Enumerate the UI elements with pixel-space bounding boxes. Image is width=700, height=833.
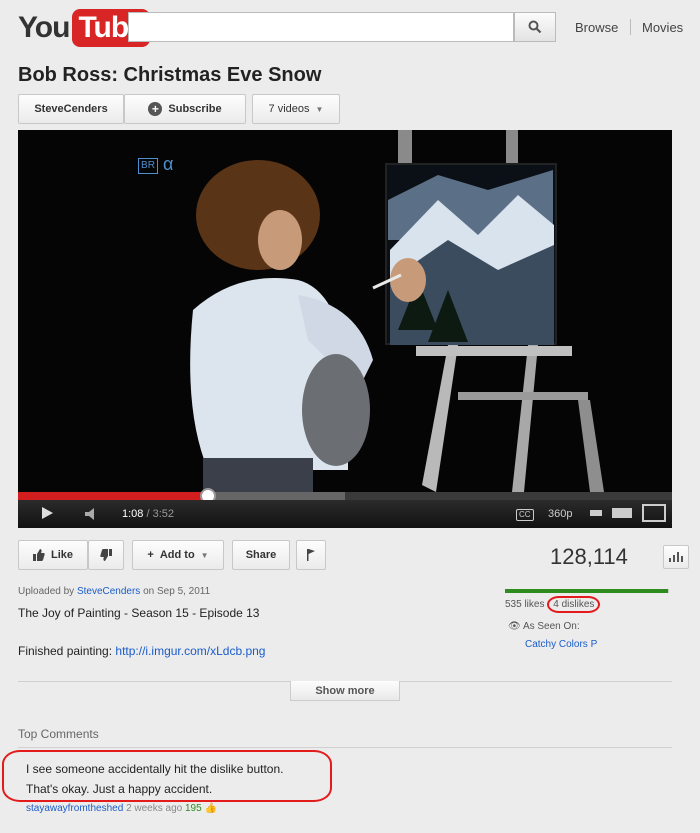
plus-icon: + [147, 549, 154, 561]
channel-name: SteveCenders [34, 103, 108, 115]
volume-button[interactable] [84, 507, 98, 525]
fullscreen-icon[interactable] [642, 504, 666, 522]
plus-icon: + [148, 102, 163, 116]
dislikes-count: 4 dislikes [547, 596, 601, 613]
view-count: 128,114 [550, 544, 628, 569]
finished-painting-link[interactable]: http://i.imgur.com/xLdcb.png [115, 644, 265, 658]
nav-movies[interactable]: Movies [642, 20, 683, 35]
finished-label: Finished painting: [18, 644, 113, 658]
logo-you-text: You [18, 11, 70, 44]
search-icon [528, 20, 542, 34]
time-duration: / 3:52 [146, 508, 175, 520]
add-to-label: Add to [159, 549, 195, 561]
progress-played [18, 492, 208, 500]
ratings-line: 535 likes 4 dislikes [505, 596, 601, 613]
as-seen-on: 👁 As Seen On: [508, 621, 580, 632]
as-seen-on-label: As Seen On: [522, 621, 580, 632]
uploader-link[interactable]: SteveCenders [77, 586, 140, 597]
comment-line-2: That's okay. Just a happy accident. [26, 782, 213, 796]
stats-button[interactable] [663, 545, 689, 569]
time-current: 1:08 [122, 508, 144, 520]
thumbs-up-icon [32, 549, 45, 561]
uploaded-prefix: Uploaded by [18, 586, 75, 597]
share-label: Share [245, 549, 277, 561]
top-comments-heading: Top Comments [18, 727, 99, 741]
channel-watermark: BR [138, 158, 158, 174]
like-label: Like [50, 549, 73, 561]
comments-divider [18, 747, 672, 748]
control-bar [18, 500, 672, 528]
time-display: 1:08 / 3:52 [122, 508, 174, 520]
show-more-row: Show more [18, 681, 672, 703]
comment-meta: stayawayfromtheshed 2 weeks ago 195 👍 [26, 803, 217, 814]
upload-info: Uploaded by SteveCenders on Sep 5, 2011 [18, 586, 210, 597]
play-icon [42, 507, 53, 519]
chevron-down-icon: ▼ [315, 104, 324, 114]
video-title: Bob Ross: Christmas Eve Snow [18, 64, 322, 86]
captions-button[interactable]: CC [516, 509, 534, 521]
thumbs-down-icon [100, 549, 112, 561]
alpha-logo-icon: α [163, 154, 174, 174]
videos-dropdown[interactable]: 7 videos ▼ [252, 94, 340, 124]
thumbs-up-icon[interactable]: 👍 [204, 803, 216, 814]
flag-button[interactable] [296, 540, 326, 570]
bar-chart-icon [669, 552, 683, 562]
videos-count: 7 videos [268, 103, 310, 115]
channel-button[interactable]: SteveCenders [18, 94, 124, 124]
search-button[interactable] [514, 12, 556, 42]
chevron-down-icon: ▼ [200, 550, 209, 560]
comment-line-1: I see someone accidentally hit the disli… [26, 762, 284, 776]
nav-divider [630, 19, 631, 35]
likes-bar [505, 589, 668, 593]
comment-age: 2 weeks ago [126, 803, 183, 814]
comment-votes: 195 [185, 803, 202, 814]
share-button[interactable]: Share [232, 540, 290, 570]
search-input[interactable] [128, 12, 514, 42]
nav-browse[interactable]: Browse [575, 20, 618, 35]
finished-painting-line: Finished painting: http://i.imgur.com/xL… [18, 644, 265, 658]
play-button[interactable] [40, 506, 54, 525]
eye-icon: 👁 [508, 621, 521, 632]
likes-count: 535 likes [505, 599, 545, 610]
dislikes-bar [668, 589, 669, 593]
video-player[interactable]: BR α 1:08 / 3:52 CC 360p [18, 130, 672, 528]
seen-on-site-link[interactable]: Catchy Colors P [525, 639, 597, 650]
video-frame [18, 130, 672, 492]
add-to-button[interactable]: + Add to ▼ [132, 540, 224, 570]
subscribe-label: Subscribe [168, 103, 222, 115]
show-more-button[interactable]: Show more [290, 681, 400, 701]
subscribe-button[interactable]: + Subscribe [124, 94, 246, 124]
description-line: The Joy of Painting - Season 15 - Episod… [18, 606, 260, 620]
quality-button[interactable]: 360p [548, 508, 572, 520]
dislike-button[interactable] [88, 540, 124, 570]
volume-icon [85, 508, 94, 520]
small-player-icon[interactable] [590, 510, 602, 516]
flag-icon [307, 549, 315, 561]
like-button[interactable]: Like [18, 540, 88, 570]
large-player-icon[interactable] [612, 508, 632, 518]
uploaded-date: on Sep 5, 2011 [143, 586, 211, 597]
comment-author[interactable]: stayawayfromtheshed [26, 803, 123, 814]
